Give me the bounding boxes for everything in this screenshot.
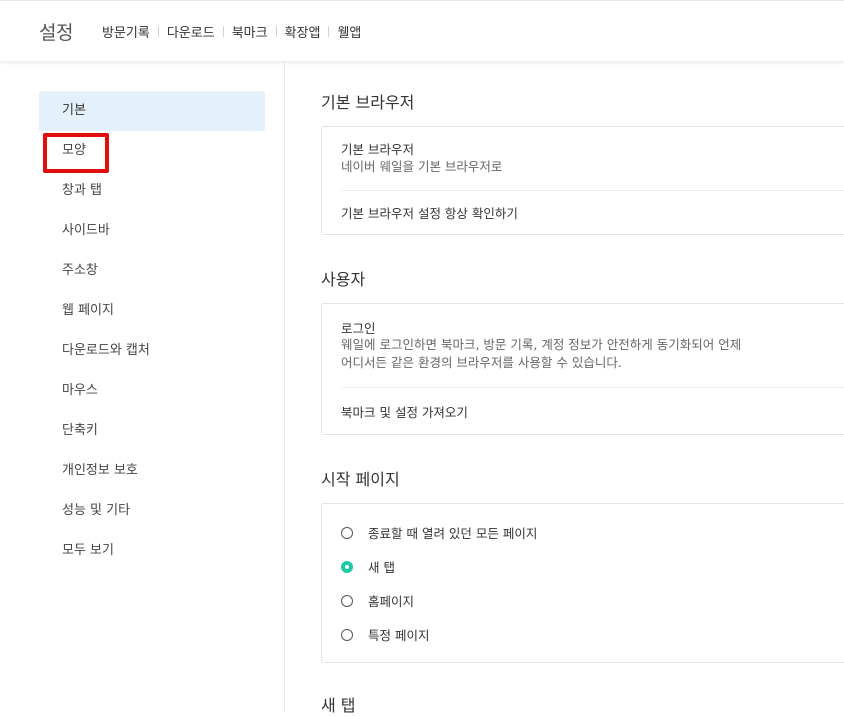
nav-downloads[interactable]: 다운로드 [167, 22, 215, 41]
import-bookmarks-settings-link[interactable]: 북마크 및 설정 가져오기 [341, 402, 468, 421]
start-option-label: 새 탭 [368, 560, 395, 575]
page-title: 설정 [39, 22, 73, 44]
sidebar-item-download-capture[interactable]: 다운로드와 캡처 [39, 331, 265, 371]
login-desc-line-1: 웨일에 로그인하면 북마크, 방문 기록, 계정 정보가 안전하게 동기화되어 … [341, 337, 742, 352]
start-option-label: 특정 페이지 [368, 628, 430, 643]
header-nav: 방문기록 다운로드 북마크 확장앱 웰앱 [102, 22, 361, 41]
default-browser-row-desc: 네이버 웨일을 기본 브라우저로 [341, 159, 503, 174]
nav-separator [157, 26, 159, 37]
sidebar-item-basic[interactable]: 기본 [39, 91, 265, 131]
sidebar-item-windows-tabs[interactable]: 창과 탭 [39, 171, 265, 211]
sidebar-item-mouse[interactable]: 마우스 [39, 371, 265, 411]
start-option-specific-page[interactable]: 특정 페이지 [341, 625, 429, 644]
nav-extensions[interactable]: 확장앱 [285, 22, 321, 41]
login-desc-line-2: 어디서든 같은 환경의 브라우저를 사용할 수 있습니다. [341, 355, 622, 370]
divider [341, 387, 844, 388]
divider [341, 190, 844, 191]
sidebar-item-sidebar[interactable]: 사이드바 [39, 211, 265, 251]
sidebar-item-privacy[interactable]: 개인정보 보호 [39, 451, 265, 491]
nav-bookmarks[interactable]: 북마크 [232, 22, 268, 41]
nav-webapps[interactable]: 웰앱 [337, 22, 361, 41]
sidebar-item-shortcuts[interactable]: 단축키 [39, 411, 265, 451]
sidebar-item-address-bar[interactable]: 주소창 [39, 251, 265, 291]
default-browser-card: 기본 브라우저 네이버 웨일을 기본 브라우저로 기본 브라우저 설정 항상 확… [321, 126, 844, 235]
section-title-start-page: 시작 페이지 [321, 470, 400, 489]
nav-separator [275, 26, 277, 37]
start-option-restore-all[interactable]: 종료할 때 열려 있던 모든 페이지 [341, 523, 537, 542]
radio-checked-icon[interactable] [341, 560, 353, 573]
start-page-card: 종료할 때 열려 있던 모든 페이지 새 탭 홈페이지 특정 페이지 [321, 503, 844, 663]
start-option-homepage[interactable]: 홈페이지 [341, 591, 414, 610]
radio-unchecked-icon[interactable] [341, 526, 353, 539]
start-option-label: 홈페이지 [368, 594, 415, 609]
default-browser-row-title: 기본 브라우저 [341, 142, 414, 157]
sidebar-item-appearance[interactable]: 모양 [39, 131, 265, 171]
always-check-default-option[interactable]: 기본 브라우저 설정 항상 확인하기 [341, 203, 518, 222]
start-option-label: 종료할 때 열려 있던 모든 페이지 [368, 526, 538, 541]
login-title: 로그인 [341, 321, 376, 336]
settings-sidebar: 기본 모양 창과 탭 사이드바 주소창 웹 페이지 다운로드와 캡처 마우스 단… [0, 61, 285, 712]
sidebar-item-web-page[interactable]: 웹 페이지 [39, 291, 265, 331]
radio-unchecked-icon[interactable] [341, 594, 353, 607]
user-card: 로그인 웨일에 로그인하면 북마크, 방문 기록, 계정 정보가 안전하게 동기… [321, 303, 844, 435]
section-title-user: 사용자 [321, 270, 366, 289]
sidebar-item-performance[interactable]: 성능 및 기타 [39, 491, 265, 531]
section-title-default-browser: 기본 브라우저 [321, 93, 415, 112]
nav-separator [222, 26, 224, 37]
nav-separator [328, 26, 330, 37]
start-option-new-tab[interactable]: 새 탭 [341, 557, 395, 576]
section-title-new-tab: 새 탭 [321, 696, 356, 715]
radio-unchecked-icon[interactable] [341, 628, 353, 641]
settings-header: 설정 방문기록 다운로드 북마크 확장앱 웰앱 [0, 0, 844, 61]
nav-history[interactable]: 방문기록 [102, 22, 150, 41]
sidebar-item-view-all[interactable]: 모두 보기 [39, 531, 265, 571]
